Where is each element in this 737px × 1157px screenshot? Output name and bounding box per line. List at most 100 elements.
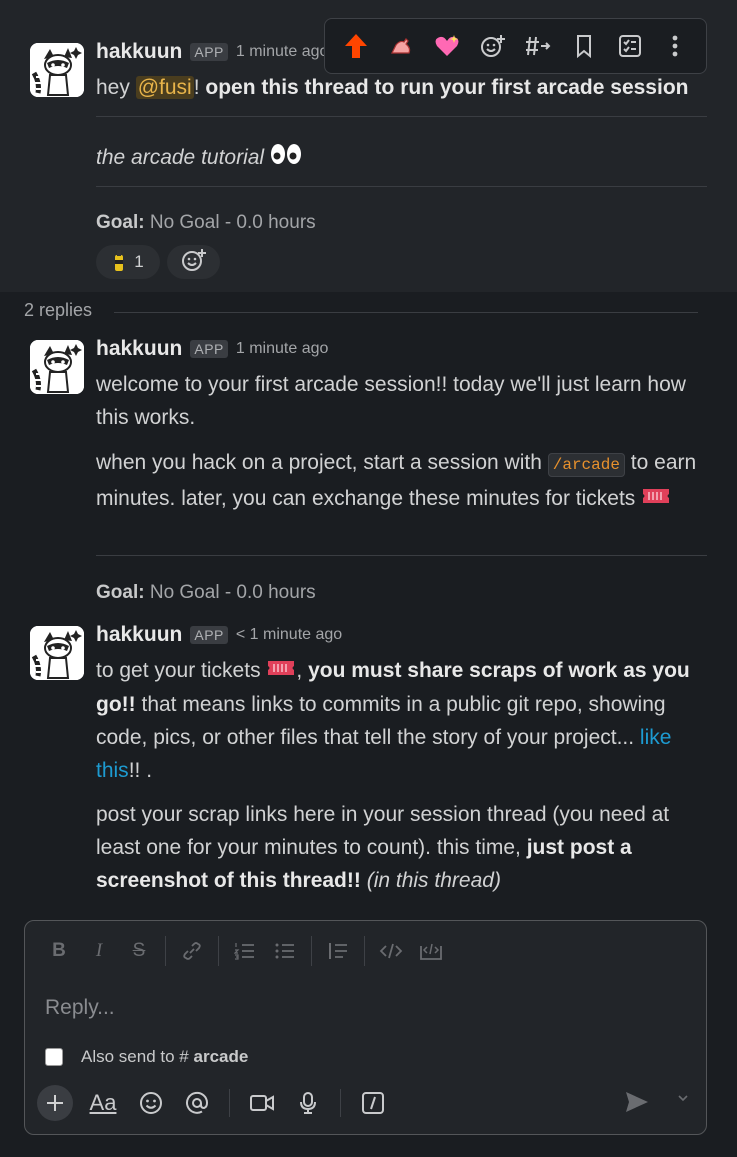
goal-line: Goal: No Goal - 0.0 hours [96, 582, 316, 604]
attach-plus-button[interactable] [37, 1085, 73, 1121]
reply2-paragraph-1: to get your tickets , you must share scr… [96, 654, 701, 787]
app-badge: APP [190, 626, 228, 644]
microphone-icon[interactable] [290, 1085, 326, 1121]
ticket-emoji-icon [266, 655, 296, 688]
ticket-emoji-icon [641, 483, 671, 516]
toolbar-separator [229, 1089, 230, 1117]
text-segment: !! . [128, 758, 153, 782]
blockquote-icon[interactable] [318, 935, 358, 967]
goal-label: Goal: [96, 212, 145, 233]
author-name[interactable]: hakkuun [96, 337, 182, 361]
formatting-aa-label: Aa [89, 1090, 117, 1115]
reaction-pill[interactable]: 1 [96, 245, 160, 279]
link-icon[interactable] [172, 935, 212, 967]
sparkle-heart-icon[interactable] [427, 26, 467, 66]
more-icon[interactable] [655, 26, 695, 66]
message-text: hey @fusi! open this thread to run your … [96, 71, 696, 104]
upvote-icon[interactable] [336, 26, 376, 66]
user-mention[interactable]: @fusi [135, 76, 194, 99]
reply2-paragraph-2: post your scrap links here in your sessi… [96, 798, 701, 897]
italic-text: (in this thread) [360, 869, 501, 892]
ordered-list-icon[interactable] [225, 935, 265, 967]
italic-icon[interactable]: I [79, 935, 119, 967]
timestamp[interactable]: 1 minute ago [236, 43, 329, 61]
divider [96, 116, 707, 117]
checklist-icon[interactable] [610, 26, 650, 66]
inline-code: /arcade [547, 453, 625, 477]
add-reaction-icon [181, 248, 207, 277]
toolbar-separator [364, 936, 365, 966]
reply1-paragraph-2: when you hack on a project, start a sess… [96, 446, 701, 516]
avatar[interactable] [30, 43, 84, 97]
reaction-emoji-icon [112, 248, 126, 277]
bold-text: open this thread to run your first arcad… [205, 76, 689, 99]
goal-line: Goal: No Goal - 0.0 hours [96, 212, 316, 234]
strikethrough-icon[interactable]: S [119, 935, 159, 967]
app-badge: APP [190, 43, 228, 61]
emoji-icon[interactable] [133, 1085, 169, 1121]
divider [96, 186, 707, 187]
text-segment: to get your tickets [96, 659, 267, 682]
also-send-option: Also send to # arcade [45, 1047, 248, 1067]
thread-view: hakkuun APP 1 minute ago hey @fusi! open… [0, 0, 737, 1157]
toolbar-separator [340, 1089, 341, 1117]
also-send-text: Also send to [81, 1047, 175, 1066]
replies-divider [114, 312, 698, 313]
bold-icon[interactable]: B [39, 935, 79, 967]
tutorial-label: the arcade tutorial [96, 146, 265, 169]
reply-in-channel-icon[interactable] [518, 26, 558, 66]
formatting-toolbar: B I S [39, 935, 451, 967]
avatar[interactable] [30, 340, 84, 394]
message-header: hakkuun APP 1 minute ago [96, 337, 328, 361]
bulleted-list-icon[interactable] [265, 935, 305, 967]
eyes-emoji-icon [270, 142, 302, 175]
reply-input[interactable] [43, 991, 683, 1025]
point-icon[interactable] [381, 26, 421, 66]
video-icon[interactable] [244, 1085, 280, 1121]
raccoon-avatar-icon [30, 43, 84, 97]
author-name[interactable]: hakkuun [96, 623, 182, 647]
reply-composer: B I S Reply... Also send to # arcade Aa [24, 920, 707, 1135]
parent-message: hakkuun APP 1 minute ago hey @fusi! open… [0, 0, 737, 292]
message-actions-toolbar [324, 18, 707, 74]
also-send-label: Also send to # arcade [81, 1047, 248, 1067]
reply1-paragraph-1: welcome to your first arcade session!! t… [96, 373, 686, 429]
mention-icon[interactable] [179, 1085, 215, 1121]
channel-hash: # [179, 1047, 189, 1066]
text-segment: hey [96, 76, 136, 99]
goal-value: No Goal - 0.0 hours [144, 582, 316, 603]
raccoon-avatar-icon [30, 340, 84, 394]
code-icon[interactable] [371, 935, 411, 967]
timestamp[interactable]: < 1 minute ago [236, 626, 342, 644]
send-options-chevron-down-icon[interactable] [676, 1091, 690, 1108]
author-name[interactable]: hakkuun [96, 40, 182, 64]
goal-value: No Goal - 0.0 hours [144, 212, 316, 233]
toolbar-separator [218, 936, 219, 966]
text-segment: that means links to commits in a public … [96, 692, 666, 749]
channel-name: arcade [193, 1047, 249, 1066]
text-segment: when you hack on a project, start a sess… [96, 451, 548, 474]
add-reaction-button[interactable] [167, 245, 220, 279]
goal-label: Goal: [96, 582, 145, 603]
tutorial-text: the arcade tutorial [96, 141, 302, 175]
message-header: hakkuun APP < 1 minute ago [96, 623, 342, 647]
bookmark-icon[interactable] [564, 26, 604, 66]
toolbar-separator [311, 936, 312, 966]
replies-count: 2 replies [24, 300, 93, 320]
shortcuts-slash-icon[interactable] [355, 1085, 391, 1121]
message-header: hakkuun APP 1 minute ago [96, 40, 328, 64]
send-icon[interactable] [624, 1089, 654, 1119]
code-block-icon[interactable] [411, 935, 451, 967]
avatar[interactable] [30, 626, 84, 680]
divider [96, 555, 707, 556]
app-badge: APP [190, 340, 228, 358]
timestamp[interactable]: 1 minute ago [236, 340, 329, 358]
add-reaction-icon[interactable] [473, 26, 513, 66]
also-send-checkbox[interactable] [45, 1048, 63, 1066]
formatting-toggle-button[interactable]: Aa [83, 1085, 123, 1121]
reaction-count: 1 [134, 252, 144, 271]
raccoon-avatar-icon [30, 626, 84, 680]
composer-actions: Aa [37, 1085, 391, 1121]
text-segment: ! [193, 76, 206, 99]
toolbar-separator [165, 936, 166, 966]
